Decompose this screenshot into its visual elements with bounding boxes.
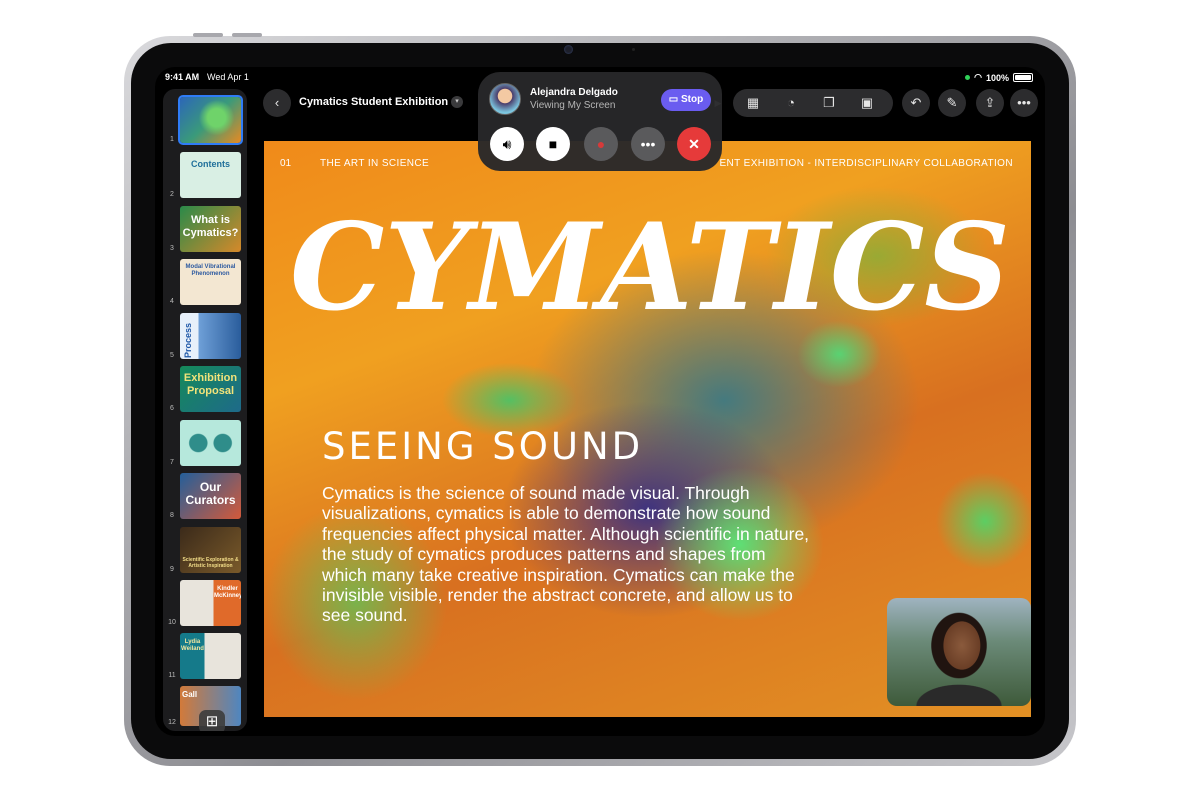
slide-number: 8 [170, 512, 174, 519]
battery-percent: 100% [985, 72, 1009, 83]
chart-icon: ◔ [787, 95, 795, 110]
slide-navigator: 1 Contents 2 What is Cymatics? 3 Modal V… [163, 89, 247, 731]
shapes-button[interactable]: ❐ [815, 89, 843, 117]
slide-thumb-title: Scientific Exploration & Artistic Inspir… [182, 557, 239, 569]
slide-thumb-2[interactable]: Contents [180, 152, 241, 198]
caller-status: Viewing My Screen [530, 100, 616, 111]
slide-thumb-title: Modal Vibrational Phenomenon [185, 264, 236, 277]
slide-number: 1 [170, 136, 174, 143]
end-call-icon: ✕ [688, 136, 700, 152]
sensor [632, 48, 635, 51]
slide-thumb-title: Our Curators [185, 480, 236, 507]
call-more-button[interactable]: ••• [631, 127, 665, 161]
front-camera [564, 45, 573, 54]
stop-sharing-button[interactable]: ▭ Stop [661, 89, 711, 111]
stop-label: Stop [681, 94, 704, 105]
add-slide-button[interactable]: ⊞ [199, 710, 225, 731]
slide-thumb-3[interactable]: What is Cymatics? [180, 206, 241, 252]
slide-number: 6 [170, 405, 174, 412]
screen-share-icon: ▭ [668, 94, 681, 105]
table-icon: ▦ [746, 95, 760, 110]
slide-thumb-6[interactable]: Exhibition Proposal [180, 366, 241, 412]
slide-number: 9 [170, 566, 174, 573]
table-button[interactable]: ▦ [739, 89, 767, 117]
slide-thumb-9[interactable]: Scientific Exploration & Artistic Inspir… [180, 527, 241, 573]
slide-header-right: ENT EXHIBITION - INTERDISCIPLINARY COLLA… [719, 158, 1013, 169]
slide-number: 2 [170, 191, 174, 198]
slide-thumb-10[interactable]: Kindler McKinney [180, 580, 241, 626]
slide-thumb-title: Kindler McKinney [214, 586, 241, 599]
media-button[interactable]: ▣ [853, 89, 881, 117]
more-icon: ••• [640, 136, 656, 152]
status-date: Wed Apr 1 [207, 72, 249, 82]
slide-thumb-title: Lydia Weiland [181, 639, 204, 652]
document-title[interactable]: Cymatics Student Exhibition [299, 96, 448, 108]
add-slide-icon: ⊞ [205, 713, 219, 730]
slide-number: 12 [168, 719, 176, 726]
caller-name: Alejandra Delgado [530, 87, 618, 98]
slide-thumb-title: Gall [182, 690, 198, 699]
slide-number: 4 [170, 298, 174, 305]
slide-thumb-title: What is Cymatics? [182, 214, 239, 239]
camera-button[interactable]: ■ [536, 127, 570, 161]
end-call-button[interactable]: ✕ [677, 127, 711, 161]
slide-thumb-5[interactable]: Process [180, 313, 241, 359]
slide-heading: SEEING SOUND [322, 425, 644, 468]
avatar [489, 83, 521, 115]
status-time: 9:41 AM [165, 72, 200, 82]
wifi-icon: ◠ [974, 72, 982, 82]
slide-header-left: THE ART IN SCIENCE [320, 158, 430, 169]
camera-indicator-icon [965, 75, 971, 80]
slide-thumb-title: Exhibition Proposal [183, 372, 238, 397]
volume-button-2 [232, 33, 262, 37]
back-icon: ‹ [274, 95, 280, 110]
status-right: ◠ 100% [965, 72, 1033, 83]
slide-body-text: Cymatics is the science of sound made vi… [322, 483, 810, 626]
speaker-button[interactable]: 🔊︎ [490, 127, 524, 161]
insert-tools: ▦ ◔ ❐ ▣ [733, 89, 893, 117]
undo-icon: ↶ [910, 95, 922, 110]
share-icon: ⇪ [984, 95, 996, 110]
screen: 9:41 AM Wed Apr 1 ◠ 100% 1 Contents 2 Wh… [155, 67, 1045, 736]
facetime-call-panel: Alejandra Delgado Viewing My Screen ▭ St… [478, 72, 722, 171]
slide-thumb-11[interactable]: Lydia Weiland [180, 633, 241, 679]
slide-number-label: 01 [280, 158, 292, 169]
mic-icon: ● [596, 136, 606, 152]
slide-thumb-title: Contents [191, 159, 230, 169]
chevron-down-icon[interactable]: ▾ [451, 96, 463, 108]
undo-button[interactable]: ↶ [902, 89, 930, 117]
format-brush-icon: ✎ [946, 95, 958, 110]
slide-thumb-4[interactable]: Modal Vibrational Phenomenon [180, 259, 241, 305]
battery-icon [1013, 73, 1033, 82]
shapes-icon: ❐ [823, 95, 835, 110]
back-button[interactable]: ‹ [263, 89, 291, 117]
slide-thumb-8[interactable]: Our Curators [180, 473, 241, 519]
video-icon: ■ [548, 136, 558, 152]
slide-thumb-7[interactable] [180, 420, 241, 466]
slide-thumb-1[interactable] [178, 95, 243, 145]
more-icon: ••• [1017, 95, 1031, 110]
facetime-self-view[interactable] [887, 598, 1031, 706]
volume-button [193, 33, 223, 37]
cymatics-title-art: CYMATICS [290, 197, 1010, 338]
slide-number: 7 [170, 459, 174, 466]
slide-thumb-title: Process [183, 323, 193, 359]
media-icon: ▣ [860, 95, 874, 110]
slide-number: 3 [170, 245, 174, 252]
share-button[interactable]: ⇪ [976, 89, 1004, 117]
format-button[interactable]: ✎ [938, 89, 966, 117]
more-button[interactable]: ••• [1010, 89, 1038, 117]
slide-number: 10 [168, 619, 176, 626]
slide-number: 11 [168, 672, 176, 679]
speaker-icon: 🔊︎ [502, 136, 512, 152]
cymatics-title-text: CYMATICS [290, 197, 1010, 338]
mute-button[interactable]: ● [584, 127, 618, 161]
chart-button[interactable]: ◔ [777, 89, 805, 117]
slide-number: 5 [170, 352, 174, 359]
